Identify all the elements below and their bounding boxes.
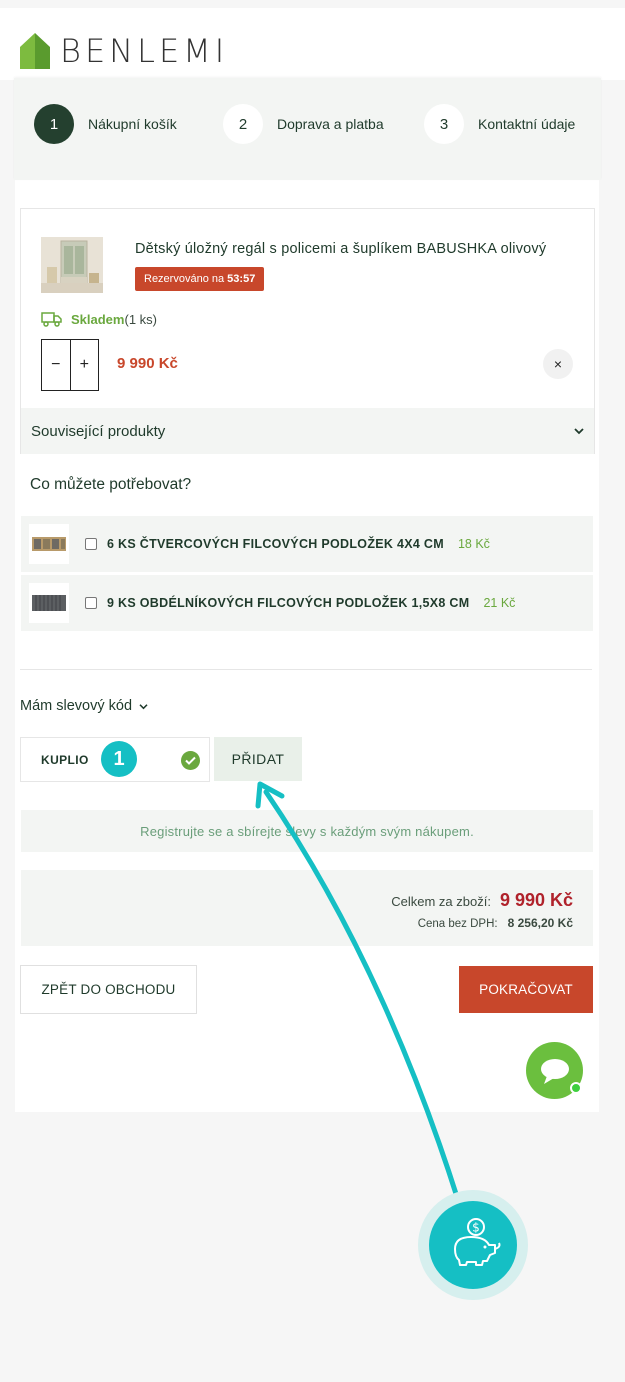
house-logo-icon	[20, 33, 50, 69]
step-number: 2	[223, 104, 263, 144]
accessory-image	[29, 524, 69, 564]
logo[interactable]: BENLEMI	[20, 32, 228, 70]
product-image[interactable]	[41, 237, 103, 293]
step-contact[interactable]: 3 Kontaktní údaje	[424, 104, 575, 144]
piggy-bank-badge: $	[429, 1201, 517, 1289]
chevron-down-icon	[139, 704, 148, 710]
related-products-toggle[interactable]: Související produkty	[21, 408, 594, 454]
delivery-truck-icon	[41, 312, 62, 327]
discount-code-input[interactable]: KUPLIO 1	[20, 737, 210, 782]
stock-status: Skladem	[71, 311, 125, 327]
reserved-badge: Rezervováno na 53:57	[135, 267, 265, 291]
chat-bubble-icon	[540, 1058, 569, 1084]
back-to-shop-button[interactable]: ZPĚT DO OBCHODU	[20, 965, 197, 1014]
chevron-down-icon	[574, 428, 584, 435]
discount-toggle-label: Mám slevový kód	[20, 698, 133, 714]
stock-quantity: (1 ks)	[124, 311, 157, 327]
step-shipping[interactable]: 2 Doprava a platba	[223, 104, 384, 144]
online-status-dot	[570, 1082, 582, 1094]
order-totals: Celkem za zboží: 9 990 Kč Cena bez DPH: …	[21, 870, 593, 946]
discount-code-value: KUPLIO	[41, 753, 89, 767]
accessories-title: Co můžete potřebovat?	[30, 476, 192, 493]
accessory-checkbox[interactable]	[85, 538, 97, 550]
stock-info: Skladem (1 ks)	[41, 311, 157, 327]
no-vat-label: Cena bez DPH:	[417, 918, 498, 930]
accessory-price: 21 Kč	[483, 596, 516, 610]
step-cart[interactable]: 1 Nákupní košík	[34, 104, 177, 144]
accessory-item: 9 KS OBDÉLNÍKOVÝCH FILCOVÝCH PODLOŽEK 1,…	[21, 575, 593, 631]
piggy-bank-icon: $	[454, 1218, 501, 1266]
increase-quantity-button[interactable]: +	[71, 340, 99, 390]
reserved-label: Rezervováno na	[144, 273, 225, 285]
total-row: Celkem za zboží: 9 990 Kč	[391, 890, 573, 911]
quantity-stepper: − +	[41, 339, 99, 391]
related-products-label: Související produkty	[31, 422, 166, 440]
step-number: 3	[424, 104, 464, 144]
product-title[interactable]: Dětský úložný regál s policemi a šuplíke…	[135, 241, 546, 257]
main-panel-bottom	[15, 1040, 599, 1112]
item-price: 9 990 Kč	[117, 355, 178, 372]
no-vat-value: 8 256,20 Kč	[507, 916, 573, 930]
continue-button[interactable]: POKRAČOVAT	[459, 966, 593, 1013]
accessory-name: 6 KS ČTVERCOVÝCH FILCOVÝCH PODLOŽEK 4X4 …	[107, 537, 444, 551]
step-badge: 1	[101, 741, 137, 777]
step-number: 1	[34, 104, 74, 144]
brand-name: BENLEMI	[60, 32, 229, 70]
cart-item: Dětský úložný regál s policemi a šuplíke…	[20, 208, 595, 454]
accessory-checkbox[interactable]	[85, 597, 97, 609]
header: BENLEMI	[0, 8, 625, 80]
accessory-price: 18 Kč	[457, 537, 490, 551]
decrease-quantity-button[interactable]: −	[42, 340, 71, 390]
accessory-image	[29, 583, 69, 623]
checkout-steps: 1 Nákupní košík 2 Doprava a platba 3 Kon…	[14, 78, 601, 180]
step-label: Kontaktní údaje	[478, 116, 576, 132]
register-banner[interactable]: Registrujte se a sbírejte slevy s každým…	[21, 810, 593, 852]
svg-text:$: $	[472, 1221, 480, 1235]
step-label: Nákupní košík	[88, 116, 177, 132]
apply-discount-button[interactable]: PŘIDAT	[214, 737, 302, 781]
remove-item-button[interactable]: ×	[543, 349, 573, 379]
accessory-item: 6 KS ČTVERCOVÝCH FILCOVÝCH PODLOŽEK 4X4 …	[21, 516, 593, 572]
step-label: Doprava a platba	[277, 116, 384, 132]
total-value: 9 990 Kč	[499, 890, 573, 910]
check-icon	[181, 751, 200, 770]
reserved-timer: 53:57	[227, 273, 256, 285]
divider	[20, 669, 592, 670]
discount-code-toggle[interactable]: Mám slevový kód	[20, 698, 148, 714]
chat-button[interactable]	[526, 1042, 583, 1099]
top-strip	[0, 0, 625, 8]
no-vat-row: Cena bez DPH: 8 256,20 Kč	[418, 916, 573, 930]
accessory-name: 9 KS OBDÉLNÍKOVÝCH FILCOVÝCH PODLOŽEK 1,…	[107, 596, 470, 610]
total-label: Celkem za zboží:	[391, 894, 491, 909]
